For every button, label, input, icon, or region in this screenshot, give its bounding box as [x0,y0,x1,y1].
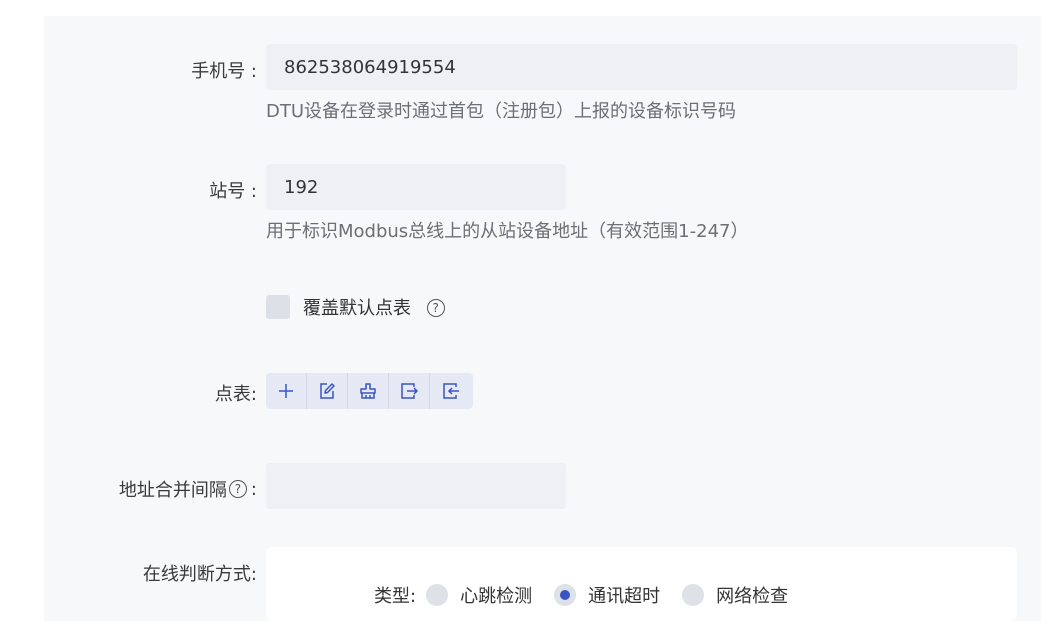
station-label: 站号 : [209,181,257,202]
phone-value: 862538064919554 [284,56,456,78]
type-label: 类型: [374,586,417,607]
radio-option-timeout[interactable]: 通讯超时 [544,582,660,608]
import-point-button[interactable] [430,373,471,409]
point-table-toolbar [266,373,473,409]
radio-option-heartbeat[interactable]: 心跳检测 [416,582,532,608]
override-label: 覆盖默认点表 [303,298,411,319]
question-circle-icon[interactable]: ? [228,480,247,498]
override-label-group: 覆盖默认点表 ? [303,294,445,320]
radio-network-label: 网络检查 [716,586,789,607]
station-value: 192 [284,176,319,198]
phone-label: 手机号 : [191,61,257,82]
merge-interval-label: 地址合并间隔 [118,480,227,501]
radio-timeout-label: 通讯超时 [588,586,661,607]
radio-heartbeat-label: 心跳检测 [460,586,533,607]
radio-timeout[interactable] [554,584,577,606]
online-mode-radio-group: 类型: 心跳检测 通讯超时 网络检查 [374,582,800,608]
export-point-button[interactable] [389,373,430,409]
add-point-button[interactable] [266,373,307,409]
phone-hint: DTU设备在登录时通过首包（注册包）上报的设备标识号码 [266,101,737,122]
merge-interval-input[interactable] [266,463,566,509]
plus-icon [279,384,293,398]
merge-interval-label-group: 地址合并间隔 ? : [119,476,257,502]
online-mode-label: 在线判断方式: [142,564,257,585]
question-circle-icon[interactable]: ? [426,299,445,317]
station-input[interactable]: 192 [266,164,566,210]
point-table-label: 点表: [214,384,257,405]
radio-heartbeat[interactable] [426,584,449,606]
radio-network[interactable] [682,584,705,606]
merge-interval-colon: : [250,478,257,500]
clear-point-button[interactable] [348,373,389,409]
phone-input[interactable]: 862538064919554 [266,44,1017,90]
clear-icon [360,383,376,399]
import-icon [442,383,459,399]
export-icon [401,383,419,399]
override-checkbox[interactable] [266,295,290,319]
edit-point-button[interactable] [307,373,348,409]
station-hint: 用于标识Modbus总线上的从站设备地址（有效范围1-247） [266,221,749,242]
radio-option-network[interactable]: 网络检查 [672,582,788,608]
edit-icon [320,383,335,399]
